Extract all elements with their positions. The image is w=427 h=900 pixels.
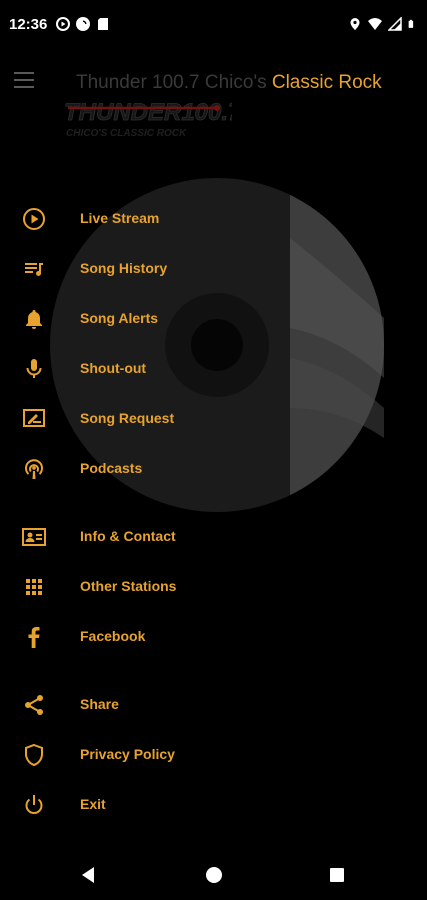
menu-item-facebook[interactable]: Facebook — [0, 614, 290, 658]
station-logo: THUNDER100.7 CHICO'S CLASSIC ROCK — [64, 99, 232, 139]
podcast-icon — [21, 456, 47, 482]
menu-item-info-contact[interactable]: Info & Contact — [0, 514, 290, 558]
menu-label: Exit — [80, 796, 106, 812]
recents-icon[interactable] — [326, 864, 348, 886]
share-icon — [21, 692, 47, 718]
facebook-icon — [21, 624, 47, 650]
menu-label: Privacy Policy — [80, 746, 175, 762]
menu-label: Podcasts — [80, 460, 143, 476]
pocket-casts-icon — [76, 17, 90, 31]
grid-icon — [21, 574, 47, 600]
request-icon — [21, 406, 47, 432]
menu-item-share[interactable]: Share — [0, 682, 290, 726]
menu-label: Song History — [80, 260, 168, 276]
menu-item-other-stations[interactable]: Other Stations — [0, 564, 290, 608]
microphone-icon — [21, 356, 47, 382]
play-circle-icon — [21, 206, 47, 232]
menu-item-song-history[interactable]: Song History — [0, 246, 290, 290]
svg-text:THUNDER100.7: THUNDER100.7 — [64, 99, 232, 126]
app-header: Thunder 100.7 Chico's Classic Rock THUND… — [0, 52, 427, 144]
home-icon[interactable] — [203, 864, 225, 886]
power-icon — [21, 792, 47, 818]
hamburger-menu-icon[interactable] — [14, 72, 34, 90]
menu-label: Other Stations — [80, 578, 177, 594]
wifi-icon — [368, 18, 382, 30]
menu-label: Shout-out — [80, 360, 147, 376]
menu-item-exit[interactable]: Exit — [0, 782, 290, 826]
menu-item-shout-out[interactable]: Shout-out — [0, 346, 290, 390]
menu-label: Facebook — [80, 628, 146, 644]
menu-label: Info & Contact — [80, 528, 176, 544]
app-title: Thunder 100.7 Chico's Classic Rock — [76, 72, 382, 94]
battery-icon — [408, 19, 414, 28]
app-title-station: Thunder 100.7 Chico's — [76, 72, 272, 93]
media-play-icon — [56, 17, 70, 31]
menu-label: Share — [80, 696, 119, 712]
shield-icon — [21, 742, 47, 768]
menu-item-live-stream[interactable]: Live Stream — [0, 196, 290, 240]
svg-text:CHICO'S CLASSIC ROCK: CHICO'S CLASSIC ROCK — [66, 128, 187, 139]
bell-icon — [21, 306, 47, 332]
contact-card-icon — [21, 524, 47, 550]
app-title-format: Classic Rock — [271, 72, 382, 93]
location-icon — [350, 18, 360, 30]
menu-item-song-alerts[interactable]: Song Alerts — [0, 296, 290, 340]
menu-label: Live Stream — [80, 210, 160, 226]
system-nav-bar — [0, 850, 427, 900]
status-bar: 12:36 — [0, 0, 427, 52]
status-time: 12:36 — [9, 16, 48, 33]
signal-icon — [388, 17, 402, 31]
back-icon[interactable] — [78, 864, 100, 886]
playlist-icon — [21, 256, 47, 282]
menu-label: Song Request — [80, 410, 175, 426]
sd-card-icon — [98, 18, 108, 30]
menu-item-podcasts[interactable]: Podcasts — [0, 446, 290, 490]
menu-label: Song Alerts — [80, 310, 159, 326]
menu-item-song-request[interactable]: Song Request — [0, 396, 290, 440]
menu-item-privacy-policy[interactable]: Privacy Policy — [0, 732, 290, 776]
